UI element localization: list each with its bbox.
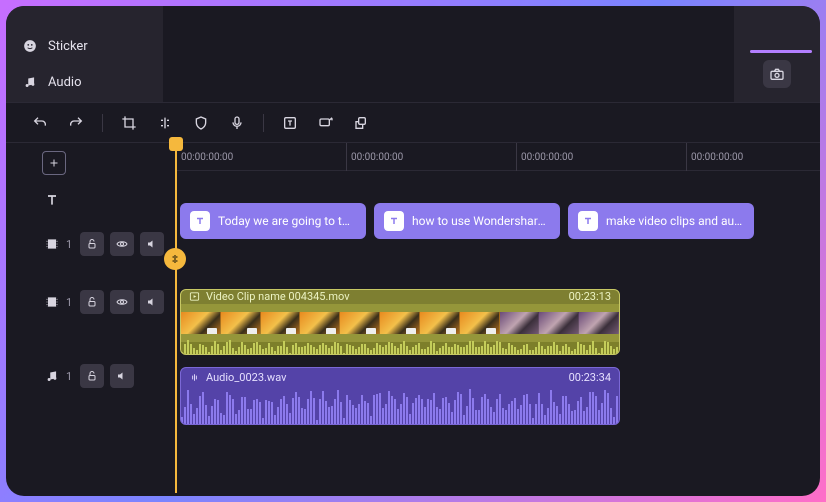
visibility-button[interactable]	[110, 290, 134, 314]
text-clip-label: make video clips and autom...	[606, 214, 744, 228]
lock-button[interactable]	[80, 232, 104, 256]
lock-button[interactable]	[80, 290, 104, 314]
text-box-icon	[282, 115, 298, 131]
mute-button[interactable]	[110, 364, 134, 388]
shield-button[interactable]	[187, 109, 215, 137]
audio-clip[interactable]: Audio_0023.wav 00:23:34	[180, 367, 620, 425]
split-button[interactable]	[151, 109, 179, 137]
video-clip-duration: 00:23:13	[569, 290, 611, 303]
row-add	[6, 149, 176, 177]
video-audio-waveform	[181, 342, 619, 354]
speaker-icon	[116, 370, 128, 382]
accent-bar	[750, 50, 812, 53]
redo-icon	[68, 115, 84, 131]
text-track-header	[6, 177, 176, 223]
nav-audio[interactable]: Audio	[6, 64, 163, 100]
text-clip-label: Today we are going to talk a...	[218, 214, 356, 228]
video-clip-name: Video Clip name 004345.mov	[206, 290, 350, 303]
ruler-tick: 00:00:00:00	[176, 143, 233, 171]
text-clip[interactable]: make video clips and autom...	[568, 203, 754, 239]
video-track-2-header: 1	[6, 265, 176, 339]
undo-button[interactable]	[26, 109, 54, 137]
add-track-button[interactable]	[42, 151, 66, 175]
track-count: 1	[66, 238, 72, 251]
text-button[interactable]	[276, 109, 304, 137]
smiley-icon	[22, 38, 38, 54]
caption-icon	[318, 115, 334, 131]
split-handle[interactable]	[164, 248, 186, 270]
text-clip[interactable]: Today we are going to talk a...	[180, 203, 366, 239]
lock-icon	[86, 296, 98, 308]
eye-icon	[116, 296, 128, 308]
separator	[263, 114, 264, 132]
track-headers: 1 1 1	[6, 143, 176, 493]
timeline-toolbar	[6, 103, 820, 143]
caption-badge-icon	[384, 211, 404, 231]
visibility-button[interactable]	[110, 232, 134, 256]
split-icon	[157, 115, 173, 131]
video-clip-header: Video Clip name 004345.mov 00:23:13	[181, 290, 619, 304]
redo-button[interactable]	[62, 109, 90, 137]
track-count: 1	[66, 370, 72, 383]
video-track-1-header: 1	[6, 223, 176, 265]
video-thumbnails	[181, 312, 619, 335]
layers-button[interactable]	[348, 109, 376, 137]
speaker-icon	[146, 238, 158, 250]
nav-sticker[interactable]: Sticker	[6, 28, 163, 64]
play-icon	[189, 291, 200, 302]
plus-icon	[48, 157, 60, 169]
scissors-icon	[169, 253, 181, 265]
mute-button[interactable]	[140, 232, 164, 256]
mic-icon	[229, 115, 245, 131]
ruler-tick: 00:00:00:00	[346, 143, 403, 171]
lock-icon	[86, 238, 98, 250]
top-panels: Sticker Audio	[6, 6, 820, 103]
mic-button[interactable]	[223, 109, 251, 137]
waveform-icon	[189, 372, 200, 383]
video-track-icon	[42, 292, 62, 312]
video-clip[interactable]: Video Clip name 004345.mov 00:23:13	[180, 289, 620, 355]
snapshot-button[interactable]	[763, 60, 791, 88]
text-clip-label: how to use Wondershare De...	[412, 214, 550, 228]
time-ruler[interactable]: 00:00:00:00 00:00:00:00 00:00:00:00 00:0…	[176, 143, 820, 171]
nav-sticker-label: Sticker	[48, 39, 88, 54]
ruler-tick: 00:00:00:00	[686, 143, 743, 171]
video-track-icon	[42, 234, 62, 254]
right-panel	[728, 6, 820, 102]
app-shell: Sticker Audio	[6, 6, 820, 496]
music-note-icon	[22, 74, 38, 90]
undo-icon	[32, 115, 48, 131]
caption-badge-icon	[578, 211, 598, 231]
layers-icon	[354, 115, 370, 131]
text-clip[interactable]: how to use Wondershare De...	[374, 203, 560, 239]
preview-area	[163, 6, 728, 102]
ruler-tick: 00:00:00:00	[516, 143, 573, 171]
crop-button[interactable]	[115, 109, 143, 137]
audio-track-header: 1	[6, 339, 176, 413]
nav-audio-label: Audio	[48, 75, 81, 90]
crop-icon	[121, 115, 137, 131]
separator	[102, 114, 103, 132]
lock-icon	[86, 370, 98, 382]
eye-icon	[116, 238, 128, 250]
track-count: 1	[66, 296, 72, 309]
media-nav: Sticker Audio	[6, 6, 163, 102]
audio-clip-name: Audio_0023.wav	[206, 371, 286, 384]
audio-clip-duration: 00:23:34	[569, 371, 611, 384]
shield-icon	[193, 115, 209, 131]
audio-clip-header: Audio_0023.wav 00:23:34	[181, 368, 619, 386]
caption-badge-icon	[190, 211, 210, 231]
text-track-icon	[42, 190, 62, 210]
camera-icon	[769, 66, 785, 82]
music-track-icon	[42, 366, 62, 386]
caption-button[interactable]	[312, 109, 340, 137]
audio-waveform	[181, 394, 619, 424]
lock-button[interactable]	[80, 364, 104, 388]
speaker-icon	[146, 296, 158, 308]
mute-button[interactable]	[140, 290, 164, 314]
timeline: 1 1 1	[6, 143, 820, 493]
tracks-area[interactable]: Today we are going to talk a... how to u…	[176, 171, 820, 493]
